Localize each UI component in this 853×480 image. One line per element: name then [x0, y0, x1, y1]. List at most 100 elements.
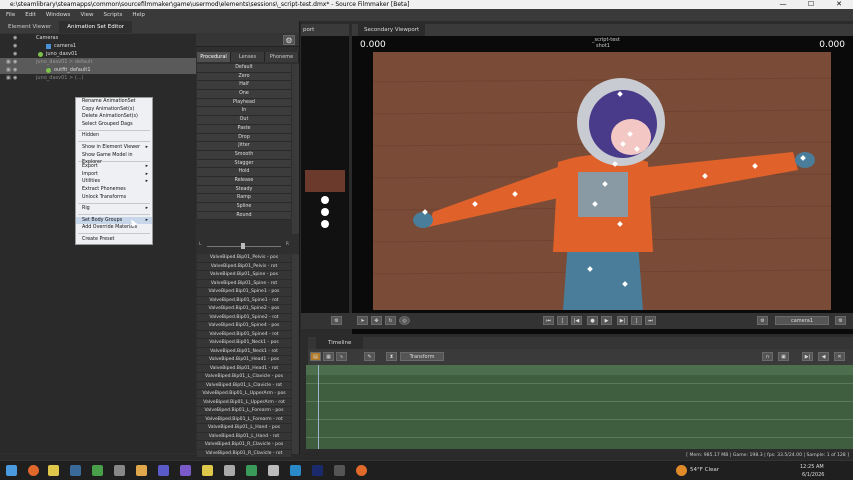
track-row[interactable]: ValveBiped.Bip01_Head1 - pos	[197, 356, 291, 365]
app-icon[interactable]	[136, 465, 147, 476]
tree-row-juno-default[interactable]: ▣ ◉ juno_dasv01 > default	[0, 58, 196, 66]
procedural-button-in[interactable]: In	[197, 107, 291, 117]
track-row[interactable]: ValveBiped.Bip01_L_Forearm - pos	[197, 407, 291, 416]
prev-frame-icon[interactable]: |◀	[571, 316, 582, 325]
pivot-tool-icon[interactable]: ◎	[399, 316, 410, 325]
track-scrollbar[interactable]	[292, 254, 299, 454]
select-tool-icon[interactable]: ➤	[357, 316, 368, 325]
menu-edit[interactable]: Edit	[25, 12, 36, 18]
volume-icon[interactable]: ◀	[818, 352, 829, 361]
app-icon[interactable]	[180, 465, 191, 476]
settings-icon[interactable]: ⚙	[757, 316, 768, 325]
procedural-button-ramp[interactable]: Ramp	[197, 194, 291, 203]
track-row[interactable]: ValveBiped.Bip01_Spine1 - pos	[197, 288, 291, 297]
tab-lenses[interactable]: Lenses	[231, 52, 265, 62]
app-icon[interactable]	[268, 465, 279, 476]
lock-icon[interactable]: ▣	[778, 352, 789, 361]
lock-icon[interactable]: ▣	[6, 58, 11, 66]
context-menu-item[interactable]: Copy AnimationSet(s)	[76, 106, 152, 114]
next-icon[interactable]: ▶|	[802, 352, 813, 361]
close-button[interactable]: ✕	[825, 0, 853, 9]
next-frame-icon[interactable]: ▶|	[617, 316, 628, 325]
tab-element-viewer[interactable]: Element Viewer	[0, 21, 59, 33]
track-row[interactable]: ValveBiped.Bip01_Spine - rot	[197, 279, 291, 288]
context-menu-item[interactable]: Unlock Transforms	[76, 194, 152, 202]
track-row[interactable]: ValveBiped.Bip01_Pelvis - pos	[197, 254, 291, 263]
context-menu-item[interactable]: Rig ▸	[76, 205, 152, 213]
track-row[interactable]: ValveBiped.Bip01_L_Hand - pos	[197, 424, 291, 433]
lock-icon[interactable]: ▣	[6, 74, 11, 82]
context-menu-item[interactable]: Hidden	[76, 132, 152, 140]
next-key-icon[interactable]: ]	[631, 316, 642, 325]
context-menu-item[interactable]: Add Override Materials	[76, 224, 152, 232]
tab-timeline[interactable]: Timeline	[316, 337, 364, 349]
track-row[interactable]: ValveBiped.Bip01_Spine4 - rot	[197, 330, 291, 339]
context-menu-item[interactable]: Extract Phonemes	[76, 186, 152, 194]
context-menu-item[interactable]: Select Grouped Dags	[76, 121, 152, 129]
procedural-button-spline[interactable]: Spline	[197, 203, 291, 212]
tab-procedural[interactable]: Procedural	[197, 52, 231, 62]
app-icon[interactable]	[202, 465, 213, 476]
filter-icon[interactable]: ⧗	[386, 352, 397, 361]
play-icon[interactable]: ▶	[601, 316, 612, 325]
procedural-button-one[interactable]: One	[197, 90, 291, 99]
slider-handle[interactable]	[241, 243, 245, 249]
procedural-scrollbar[interactable]	[292, 64, 299, 234]
file-explorer-icon[interactable]	[48, 465, 59, 476]
gear-icon[interactable]: ⚙	[835, 316, 846, 325]
track-row[interactable]: ValveBiped.Bip01_Neck1 - rot	[197, 347, 291, 356]
motion-editor-icon[interactable]: ▦	[323, 352, 334, 361]
lr-slider[interactable]: L R	[199, 242, 289, 250]
key-tool-icon[interactable]: ✎	[364, 352, 375, 361]
procedural-button-stagger[interactable]: Stagger	[197, 159, 291, 169]
eye-icon[interactable]: ◉	[13, 42, 17, 50]
app-icon[interactable]	[224, 465, 235, 476]
procedural-button-out[interactable]: Out	[197, 116, 291, 125]
context-menu-item[interactable]: Create Preset	[76, 236, 152, 244]
timeline-track-area[interactable]	[306, 365, 853, 449]
app-icon[interactable]	[158, 465, 169, 476]
tree-row-juno[interactable]: ◉ juno_dasv01	[0, 50, 196, 58]
eye-icon[interactable]: ◉	[13, 58, 17, 66]
menu-windows[interactable]: Windows	[46, 12, 71, 18]
track-row[interactable]: ValveBiped.Bip01_L_Hand - rot	[197, 432, 291, 441]
eye-icon[interactable]: ◉	[13, 34, 17, 42]
procedural-button-zero[interactable]: Zero	[197, 72, 291, 82]
procedural-button-smooth[interactable]: Smooth	[197, 150, 291, 160]
tab-secondary-viewport[interactable]: Secondary Viewport	[358, 24, 426, 36]
app-icon[interactable]	[334, 465, 345, 476]
track-row[interactable]: ValveBiped.Bip01_Pelvis - rot	[197, 262, 291, 271]
clock-time[interactable]: 12:25 AM	[800, 464, 824, 470]
context-menu-item[interactable]: Delete AnimationSet(s)	[76, 113, 152, 121]
skip-end-icon[interactable]: ⏭	[645, 316, 656, 325]
tree-row-cameras[interactable]: ◉ Cameras	[0, 34, 196, 42]
menu-scripts[interactable]: Scripts	[104, 12, 123, 18]
track-row[interactable]: ValveBiped.Bip01_Neck1 - pos	[197, 339, 291, 348]
gear-icon[interactable]: ⚙	[283, 35, 295, 45]
lock-icon[interactable]: ▣	[6, 66, 11, 74]
skip-start-icon[interactable]: ⏮	[543, 316, 554, 325]
procedural-button-default[interactable]: Default	[197, 64, 291, 73]
procedural-button-playhead[interactable]: Playhead	[197, 98, 291, 108]
track-row[interactable]: ValveBiped.Bip01_R_Clavicle - rot	[197, 449, 291, 458]
procedural-button-half[interactable]: Half	[197, 81, 291, 91]
tree-row-camera1[interactable]: ◉ camera1	[0, 42, 196, 50]
app-icon[interactable]	[92, 465, 103, 476]
context-menu-item[interactable]: Import ▸	[76, 171, 152, 179]
procedural-button-round[interactable]: Round	[197, 211, 291, 221]
firefox-icon[interactable]	[28, 465, 39, 476]
graph-editor-icon[interactable]: ∿	[336, 352, 347, 361]
procedural-button-paste[interactable]: Paste	[197, 124, 291, 134]
close-panel-icon[interactable]: ✕	[834, 352, 845, 361]
primary-viewport-tab[interactable]: port	[301, 24, 349, 36]
context-menu-item[interactable]: Utilities ▸	[76, 178, 152, 186]
tab-animation-set-editor[interactable]: Animation Set Editor	[59, 21, 133, 33]
procedural-button-drop[interactable]: Drop	[197, 133, 291, 143]
track-row[interactable]: ValveBiped.Bip01_Spine1 - rot	[197, 296, 291, 305]
context-menu-item[interactable]: Show in Element Viewer ▸	[76, 144, 152, 152]
track-row[interactable]: ValveBiped.Bip01_Head1 - rot	[197, 364, 291, 373]
minimize-button[interactable]: —	[769, 0, 797, 9]
procedural-button-steady[interactable]: Steady	[197, 185, 291, 195]
move-tool-icon[interactable]: ✥	[371, 316, 382, 325]
procedural-button-release[interactable]: Release	[197, 176, 291, 186]
